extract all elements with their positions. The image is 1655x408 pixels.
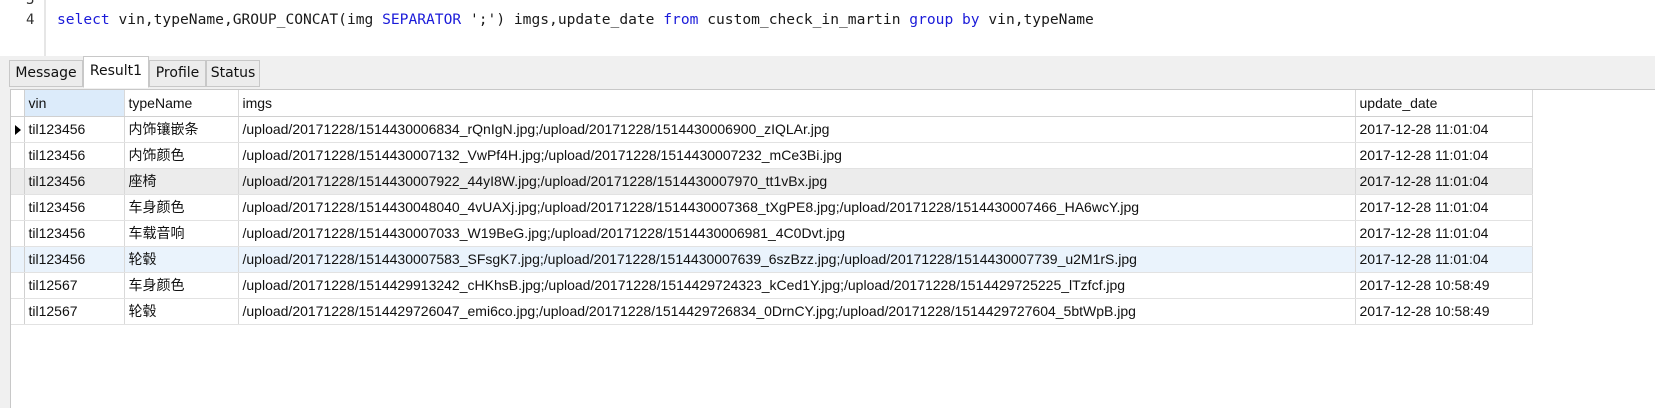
result-grid[interactable]: vin typeName imgs update_date til123456 …: [10, 89, 1655, 408]
cell-update-date[interactable]: 2017-12-28 11:01:04: [1355, 194, 1533, 221]
table-row[interactable]: til12567 车身颜色 /upload/20171228/151442991…: [11, 272, 1533, 299]
cell-imgs[interactable]: /upload/20171228/1514430007583_SFsgK7.jp…: [238, 246, 1356, 273]
table-row[interactable]: til123456 座椅 /upload/20171228/1514430007…: [11, 168, 1533, 195]
cell-update-date[interactable]: 2017-12-28 10:58:49: [1355, 298, 1533, 325]
cell-update-date[interactable]: 2017-12-28 11:01:04: [1355, 116, 1533, 143]
row-indicator[interactable]: [11, 298, 25, 325]
cell-imgs[interactable]: /upload/20171228/1514430006834_rQnIgN.jp…: [238, 116, 1356, 143]
row-indicator[interactable]: [11, 194, 25, 221]
cell-update-date[interactable]: 2017-12-28 11:01:04: [1355, 220, 1533, 247]
table-row[interactable]: til123456 内饰颜色 /upload/20171228/15144300…: [11, 142, 1533, 169]
cell-vin[interactable]: til123456: [24, 142, 125, 169]
column-header-typename[interactable]: typeName: [124, 90, 239, 117]
row-indicator[interactable]: [11, 272, 25, 299]
cell-imgs[interactable]: /upload/20171228/1514430048040_4vUAXj.jp…: [238, 194, 1356, 221]
table-row[interactable]: til123456 车身颜色 /upload/20171228/15144300…: [11, 194, 1533, 221]
sql-editor[interactable]: 3 4 select vin,typeName,GROUP_CONCAT(img…: [0, 0, 1655, 56]
table-row[interactable]: til123456 车载音响 /upload/20171228/15144300…: [11, 220, 1533, 247]
cell-typename[interactable]: 座椅: [124, 168, 239, 195]
cell-vin[interactable]: til123456: [24, 220, 125, 247]
sql-text: custom_check_in_martin: [698, 11, 910, 28]
tab-result1[interactable]: Result1: [83, 56, 149, 88]
cell-update-date[interactable]: 2017-12-28 11:01:04: [1355, 246, 1533, 273]
sql-text: ';') imgs,update_date: [461, 11, 664, 28]
sql-text: vin,typeName: [979, 11, 1094, 28]
column-header-imgs[interactable]: imgs: [238, 90, 1356, 117]
cell-typename[interactable]: 内饰镶嵌条: [124, 116, 239, 143]
table-row[interactable]: til12567 轮毂 /upload/20171228/15144297260…: [11, 298, 1533, 325]
current-row-arrow-icon: [15, 124, 21, 135]
cell-vin[interactable]: til123456: [24, 246, 125, 273]
line-number-3: 3: [26, 0, 35, 8]
cell-imgs[interactable]: /upload/20171228/1514430007132_VwPf4H.jp…: [238, 142, 1356, 169]
cell-vin[interactable]: til123456: [24, 168, 125, 195]
cell-typename[interactable]: 轮毂: [124, 298, 239, 325]
cell-update-date[interactable]: 2017-12-28 10:58:49: [1355, 272, 1533, 299]
tab-profile[interactable]: Profile: [149, 60, 206, 87]
sql-keyword-select: select: [57, 11, 110, 28]
cell-typename[interactable]: 车身颜色: [124, 272, 239, 299]
row-indicator[interactable]: [11, 142, 25, 169]
cell-vin[interactable]: til123456: [24, 116, 125, 143]
column-header-update-date[interactable]: update_date: [1355, 90, 1533, 117]
table-row[interactable]: til123456 内饰镶嵌条 /upload/20171228/1514430…: [11, 116, 1533, 143]
line-number-gutter: 3 4: [0, 0, 44, 56]
cell-typename[interactable]: 内饰颜色: [124, 142, 239, 169]
cell-update-date[interactable]: 2017-12-28 11:01:04: [1355, 168, 1533, 195]
row-indicator[interactable]: [11, 116, 25, 143]
sql-keyword-separator: SEPARATOR: [382, 11, 462, 28]
cell-typename[interactable]: 车身颜色: [124, 194, 239, 221]
column-header-vin[interactable]: vin: [24, 90, 125, 117]
line-number-4: 4: [26, 12, 35, 28]
cell-vin[interactable]: til123456: [24, 194, 125, 221]
cell-imgs[interactable]: /upload/20171228/1514430007033_W19BeG.jp…: [238, 220, 1356, 247]
row-indicator[interactable]: [11, 220, 25, 247]
sql-text: vin,typeName,GROUP_CONCAT(img: [109, 11, 383, 28]
table-row[interactable]: til123456 轮毂 /upload/20171228/1514430007…: [11, 246, 1533, 273]
row-indicator[interactable]: [11, 246, 25, 273]
row-indicator-header: [11, 90, 25, 117]
cell-typename[interactable]: 车载音响: [124, 220, 239, 247]
cell-imgs[interactable]: /upload/20171228/1514429726047_emi6co.jp…: [238, 298, 1356, 325]
result-tab-bar: Message Result1 Profile Status: [0, 56, 1655, 89]
sql-keyword-from: from: [663, 11, 699, 28]
result-table: vin typeName imgs update_date til123456 …: [11, 90, 1533, 325]
row-indicator[interactable]: [11, 168, 25, 195]
cell-update-date[interactable]: 2017-12-28 11:01:04: [1355, 142, 1533, 169]
cell-vin[interactable]: til12567: [24, 298, 125, 325]
sql-keyword-group-by: group by: [909, 11, 980, 28]
cell-imgs[interactable]: /upload/20171228/1514430007922_44yI8W.jp…: [238, 168, 1356, 195]
cell-imgs[interactable]: /upload/20171228/1514429913242_cHKhsB.jp…: [238, 272, 1356, 299]
gutter-divider: [44, 0, 46, 56]
table-header-row: vin typeName imgs update_date: [11, 90, 1533, 117]
tab-status[interactable]: Status: [206, 60, 260, 87]
tab-message[interactable]: Message: [9, 60, 83, 87]
cell-typename[interactable]: 轮毂: [124, 246, 239, 273]
sql-query-line[interactable]: select vin,typeName,GROUP_CONCAT(img SEP…: [57, 11, 1094, 29]
cell-vin[interactable]: til12567: [24, 272, 125, 299]
